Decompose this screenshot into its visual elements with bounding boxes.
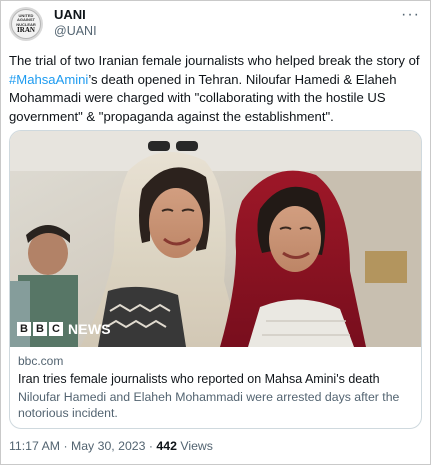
journalists-photo [10,131,421,347]
avatar-line: IRAN [17,26,35,35]
avatar[interactable]: UNITED AGAINST NUCLEAR IRAN [9,7,43,41]
more-horizontal-icon[interactable]: ··· [401,7,420,23]
tweet-card[interactable]: UNITED AGAINST NUCLEAR IRAN UANI @UANI ·… [0,0,431,465]
uani-logo: UNITED AGAINST NUCLEAR IRAN [11,9,41,39]
hashtag-link[interactable]: #MahsaAmini [9,72,88,87]
timestamp[interactable]: 11:17 AM · May 30, 2023 · [9,439,156,453]
author-names: UANI @UANI [54,7,97,39]
tweet-footer: 11:17 AM · May 30, 2023 · 442 Views [9,438,213,454]
views-count: 442 [156,439,177,453]
display-name[interactable]: UANI [54,7,97,23]
tweet-header: UNITED AGAINST NUCLEAR IRAN UANI @UANI ·… [9,5,422,45]
tweet-text-part: The trial of two Iranian female journali… [9,53,420,68]
article-photo[interactable]: B B C NEWS [10,131,421,347]
bbc-letter-block: B [17,322,31,336]
link-preview-card[interactable]: B B C NEWS bbc.com Iran tries female jou… [9,130,422,429]
tweet-text: The trial of two Iranian female journali… [9,52,425,126]
user-handle[interactable]: @UANI [54,23,97,39]
card-title[interactable]: Iran tries female journalists who report… [18,371,413,388]
card-domain: bbc.com [18,354,64,368]
card-meta: bbc.com Iran tries female journalists wh… [18,353,413,421]
card-description: Niloufar Hamedi and Elaheh Mohammadi wer… [18,390,400,420]
views-label: Views [176,439,213,453]
bbc-news-logo: B B C NEWS [17,321,111,337]
bbc-letter-block: C [49,322,63,336]
bbc-letter-block: B [33,322,47,336]
bbc-news-word: NEWS [68,321,111,337]
